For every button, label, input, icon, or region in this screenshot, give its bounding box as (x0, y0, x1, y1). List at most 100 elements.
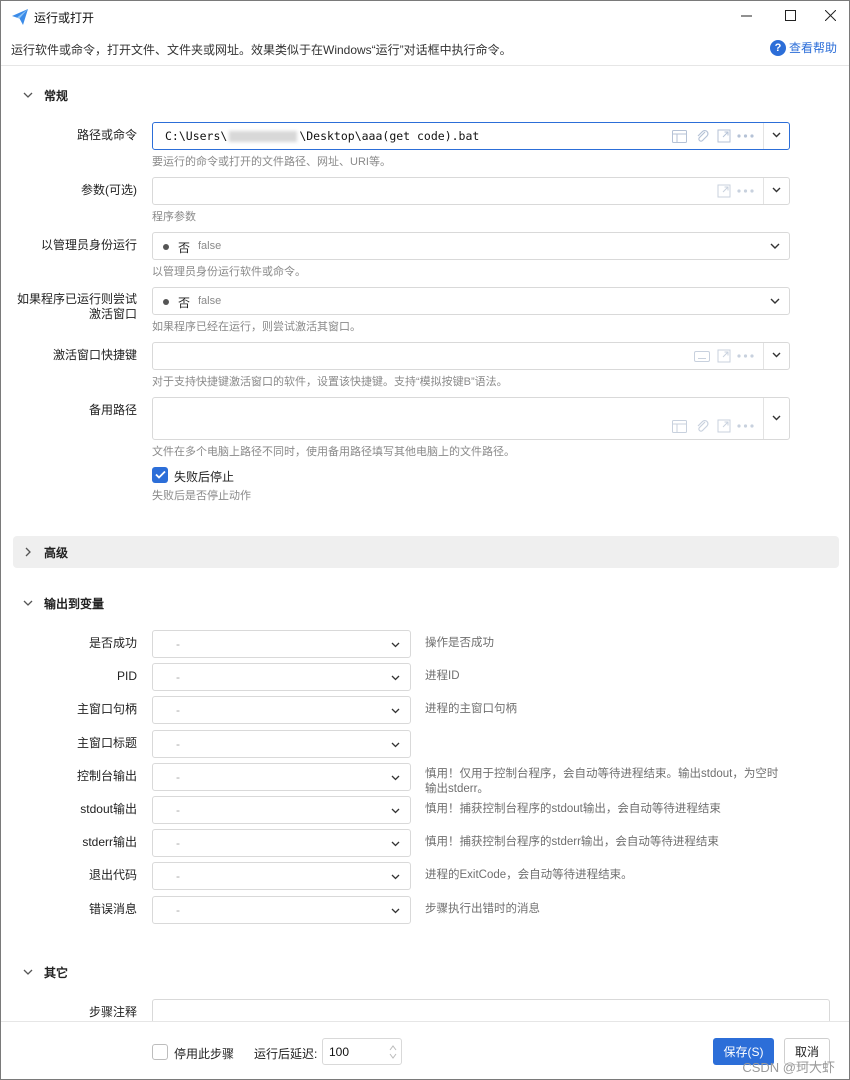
output-var-label: 是否成功 (88, 636, 137, 650)
output-var-select[interactable]: - (152, 829, 411, 857)
output-var-value: - (176, 637, 180, 651)
backup-path-label: 备用路径 (88, 403, 137, 417)
section-general-title: 常规 (44, 88, 69, 103)
spinner-arrows-icon[interactable] (388, 1043, 398, 1061)
backup-path-input[interactable] (152, 397, 790, 440)
activate-window-hint: 如果程序已经在运行，则尝试激活其窗口。 (152, 321, 361, 333)
output-var-select[interactable]: - (152, 896, 411, 924)
path-hint: 要运行的命令或打开的文件路径、网址、URI等。 (152, 156, 391, 168)
section-general-header[interactable]: 常规 (13, 79, 839, 111)
output-var-value: - (176, 770, 180, 784)
backup-path-dropdown-button[interactable] (763, 398, 789, 439)
output-var-label: stderr输出 (82, 835, 137, 849)
output-var-value: - (176, 670, 180, 684)
stop-on-fail-label[interactable]: 失败后停止 (174, 468, 234, 485)
open-external-icon[interactable] (715, 418, 732, 435)
hotkey-dropdown-button[interactable] (763, 343, 789, 369)
status-dot (163, 299, 169, 305)
open-external-icon[interactable] (715, 128, 732, 145)
redacted-username (229, 131, 298, 142)
args-dropdown-button[interactable] (763, 178, 789, 204)
disable-step-label[interactable]: 停用此步骤 (174, 1045, 234, 1062)
more-icon[interactable] (737, 128, 754, 145)
output-var-description: 慎用！捕获控制台程序的stderr输出，会自动等待进程结束 (425, 836, 719, 848)
output-var-label: 错误消息 (88, 902, 137, 916)
path-value-suffix: \Desktop\aaa(get code).bat (299, 129, 480, 143)
output-var-select[interactable]: - (152, 630, 411, 658)
paper-plane-icon (11, 8, 29, 26)
output-var-description: 慎用！仅用于控制台程序，会自动等待进程结束。输出stdout，为空时输出stde… (425, 768, 779, 795)
open-external-icon[interactable] (715, 183, 732, 200)
output-var-description: 步骤执行出错时的消息 (425, 903, 540, 915)
title-bar: 运行或打开 (1, 1, 849, 33)
close-button[interactable] (807, 1, 849, 33)
backup-path-tools (671, 413, 754, 439)
maximize-icon (784, 10, 796, 24)
output-var-select[interactable]: - (152, 663, 411, 691)
chevron-down-icon (390, 739, 401, 750)
more-icon[interactable] (737, 183, 754, 200)
section-advanced-title: 高级 (44, 545, 69, 560)
section-other-title: 其它 (44, 965, 69, 980)
output-var-select[interactable]: - (152, 796, 411, 824)
dialog-description: 运行软件或命令，打开文件、文件夹或网址。效果类似于在Windows“运行”对话框… (11, 43, 512, 57)
section-output-header[interactable]: 输出到变量 (13, 587, 839, 619)
output-var-value: - (176, 836, 180, 850)
status-dot (163, 244, 169, 250)
output-var-value: - (176, 703, 180, 717)
section-output-title: 输出到变量 (44, 596, 105, 611)
chevron-down-icon (390, 805, 401, 816)
chevron-down-icon (390, 905, 401, 916)
path-dropdown-button[interactable] (763, 123, 789, 149)
output-var-label: 主窗口句柄 (76, 702, 137, 716)
attach-file-icon[interactable] (693, 128, 710, 145)
attach-file-icon[interactable] (693, 418, 710, 435)
output-var-label: PID (116, 669, 137, 683)
disable-step-checkbox[interactable] (152, 1044, 168, 1060)
chevron-down-icon (21, 88, 35, 102)
path-label: 路径或命令 (76, 128, 137, 142)
run-as-admin-label: 以管理员身份运行 (40, 238, 137, 252)
output-var-label: 主窗口标题 (76, 736, 137, 750)
more-icon[interactable] (737, 418, 754, 435)
step-note-label: 步骤注释 (88, 1005, 137, 1019)
run-as-admin-hint: 以管理员身份运行软件或命令。 (152, 266, 306, 278)
activate-window-value: 否 (178, 296, 191, 310)
delay-label: 运行后延迟: (254, 1047, 318, 1061)
minimize-button[interactable] (723, 1, 769, 33)
chevron-down-icon (771, 184, 782, 198)
path-input[interactable]: C:\Users\ \Desktop\aaa(get code).bat (152, 122, 790, 150)
hotkey-input[interactable] (152, 342, 790, 370)
keyboard-icon[interactable] (693, 348, 710, 365)
hotkey-hint: 对于支持快捷键激活窗口的软件，设置该快捷键。支持“模拟按键B”语法。 (152, 376, 508, 388)
window-title: 运行或打开 (34, 11, 95, 25)
stop-on-fail-hint: 失败后是否停止动作 (152, 490, 251, 502)
section-advanced-header[interactable]: 高级 (13, 536, 839, 568)
delay-value: 100 (329, 1045, 350, 1059)
args-tools (715, 178, 754, 204)
delay-number-input[interactable]: 100 (322, 1038, 402, 1065)
output-var-value: - (176, 803, 180, 817)
output-var-select[interactable]: - (152, 862, 411, 890)
run-as-admin-value: 否 (178, 241, 191, 255)
activate-window-select[interactable]: 否 false (152, 287, 790, 315)
output-var-select[interactable]: - (152, 763, 411, 791)
browse-window-icon[interactable] (671, 128, 688, 145)
chevron-down-icon (390, 838, 401, 849)
args-input[interactable] (152, 177, 790, 205)
run-as-admin-sub: false (198, 240, 222, 252)
chevron-down-icon (390, 871, 401, 882)
browse-window-icon[interactable] (671, 418, 688, 435)
stop-on-fail-checkbox[interactable] (152, 467, 168, 483)
output-var-select[interactable]: - (152, 730, 411, 758)
output-var-select[interactable]: - (152, 696, 411, 724)
path-value-prefix: C:\Users\ (165, 129, 228, 143)
output-var-description: 操作是否成功 (425, 637, 494, 649)
run-as-admin-select[interactable]: 否 false (152, 232, 790, 260)
help-link[interactable]: ? 查看帮助 (769, 39, 837, 56)
args-hint: 程序参数 (152, 211, 196, 223)
more-icon[interactable] (737, 348, 754, 365)
section-other-header[interactable]: 其它 (13, 956, 839, 988)
path-tools (671, 123, 754, 149)
open-external-icon[interactable] (715, 348, 732, 365)
